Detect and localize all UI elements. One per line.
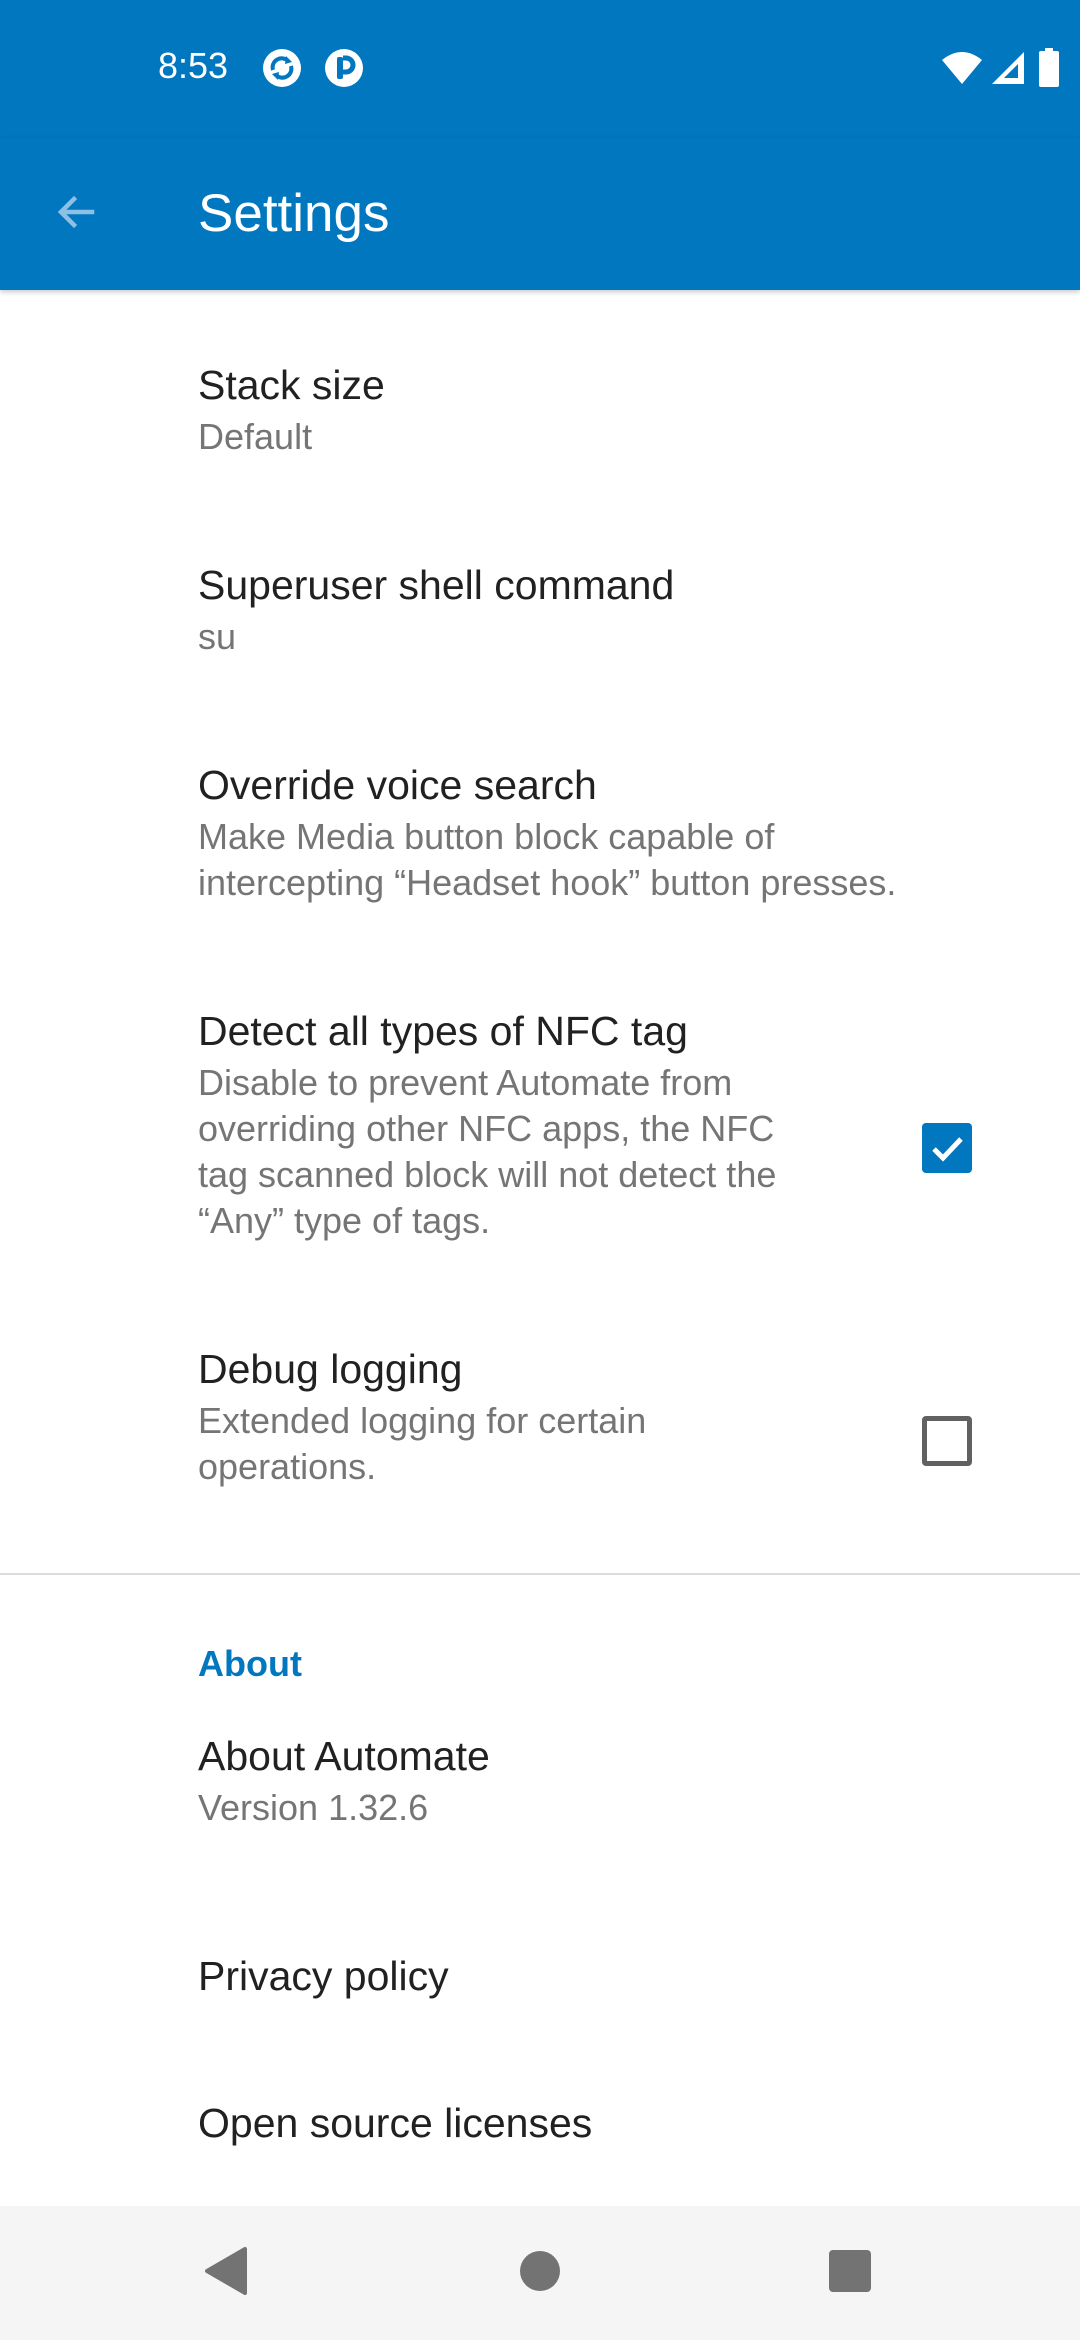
recents-square-icon xyxy=(828,2249,872,2298)
pref-title: About Automate xyxy=(198,1733,490,1779)
pref-privacy-policy[interactable]: Privacy policy xyxy=(0,1935,1080,2045)
pref-summary: Version 1.32.6 xyxy=(198,1787,429,1828)
pref-stack-size[interactable]: Stack size Default xyxy=(0,344,1080,494)
pref-summary: Disable to prevent Automate from overrid… xyxy=(198,1062,777,1241)
pref-superuser-shell-command[interactable]: Superuser shell command su xyxy=(0,544,1080,694)
pref-summary: su xyxy=(198,616,237,657)
pref-summary: Default xyxy=(198,416,313,457)
pref-summary: Make Media button block capable of inter… xyxy=(198,816,897,903)
back-button[interactable] xyxy=(42,180,110,248)
home-circle-icon xyxy=(519,2250,561,2297)
page-title: Settings xyxy=(198,184,390,243)
nav-home-button[interactable] xyxy=(502,2235,578,2311)
pref-open-source-licenses[interactable]: Open source licenses xyxy=(0,2082,1080,2192)
sync-app-icon xyxy=(262,48,302,88)
pref-title: Debug logging xyxy=(198,1346,463,1392)
pref-title: Detect all types of NFC tag xyxy=(198,1008,688,1054)
cell-signal-icon xyxy=(990,50,1026,86)
section-divider xyxy=(0,1573,1080,1575)
status-icons xyxy=(940,48,1060,88)
pref-summary: Extended logging for certain operations. xyxy=(198,1400,647,1487)
status-time: 8:53 xyxy=(158,45,229,86)
battery-icon xyxy=(1038,48,1060,88)
back-triangle-icon xyxy=(203,2246,249,2301)
arrow-left-icon xyxy=(52,188,100,241)
nav-recents-button[interactable] xyxy=(812,2235,888,2311)
settings-list[interactable]: Stack size Default Superuser shell comma… xyxy=(0,290,1080,2206)
pref-title: Stack size xyxy=(198,362,385,408)
status-bar: 8:53 xyxy=(0,0,1080,138)
wifi-icon xyxy=(940,50,984,86)
pref-title: Superuser shell command xyxy=(198,562,675,608)
pref-debug-logging[interactable]: Debug logging Extended logging for certa… xyxy=(0,1328,1080,1528)
pref-title: Open source licenses xyxy=(198,2100,593,2146)
pref-title: Override voice search xyxy=(198,762,597,808)
navigation-bar xyxy=(0,2206,1080,2340)
pref-override-voice-search[interactable]: Override voice search Make Media button … xyxy=(0,744,1080,944)
debug-logging-checkbox[interactable] xyxy=(922,1416,972,1466)
pref-about-automate[interactable]: About Automate Version 1.32.6 xyxy=(0,1715,1080,1885)
app-bar: Settings xyxy=(0,138,1080,290)
pref-detect-nfc-tag[interactable]: Detect all types of NFC tag Disable to p… xyxy=(0,990,1080,1280)
nfc-tag-checkbox[interactable] xyxy=(922,1123,972,1173)
pref-title: Privacy policy xyxy=(198,1953,449,1999)
nav-back-button[interactable] xyxy=(188,2235,264,2311)
rounded-p-app-icon xyxy=(324,48,364,88)
about-category-header: About xyxy=(198,1643,302,1684)
